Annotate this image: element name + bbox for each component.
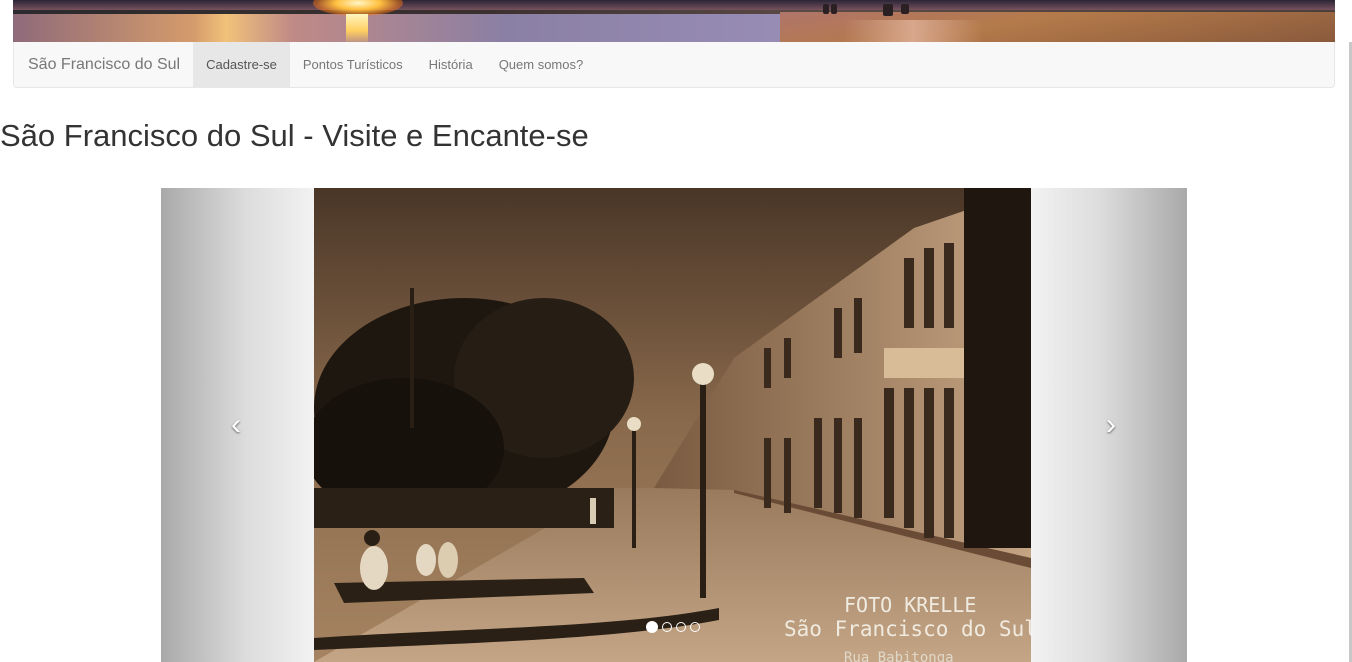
page-title: São Francisco do Sul - Visite e Encante-… <box>0 118 589 153</box>
navbar: São Francisco do Sul Cadastre-se Pontos … <box>13 42 1335 88</box>
chevron-right-icon[interactable]: › <box>1096 410 1126 440</box>
carousel-indicator-2[interactable] <box>662 622 672 632</box>
slide-caption-line3: Rua Babitonga <box>844 650 954 662</box>
nav-item-quem-somos[interactable]: Quem somos? <box>486 42 597 87</box>
header-banner-image <box>13 0 1335 42</box>
navbar-brand[interactable]: São Francisco do Sul <box>14 42 193 87</box>
slide-caption-line2: São Francisco do Sul <box>784 617 1031 641</box>
carousel-indicator-4[interactable] <box>690 622 700 632</box>
image-carousel: FOTO KRELLE São Francisco do Sul Rua Bab… <box>161 188 1187 662</box>
nav-item-pontos-turisticos[interactable]: Pontos Turísticos <box>290 42 416 87</box>
nav-item-cadastre-se[interactable]: Cadastre-se <box>193 42 290 87</box>
carousel-slide-historic-street-photo: FOTO KRELLE São Francisco do Sul Rua Bab… <box>314 188 1031 662</box>
carousel-indicator-1[interactable] <box>646 621 658 633</box>
carousel-indicator-3[interactable] <box>676 622 686 632</box>
chevron-left-icon[interactable]: ‹ <box>221 410 251 440</box>
carousel-indicators <box>646 621 700 633</box>
slide-caption-line1: FOTO KRELLE <box>844 593 976 617</box>
nav-item-historia[interactable]: História <box>416 42 486 87</box>
page: São Francisco do Sul Cadastre-se Pontos … <box>0 0 1352 662</box>
